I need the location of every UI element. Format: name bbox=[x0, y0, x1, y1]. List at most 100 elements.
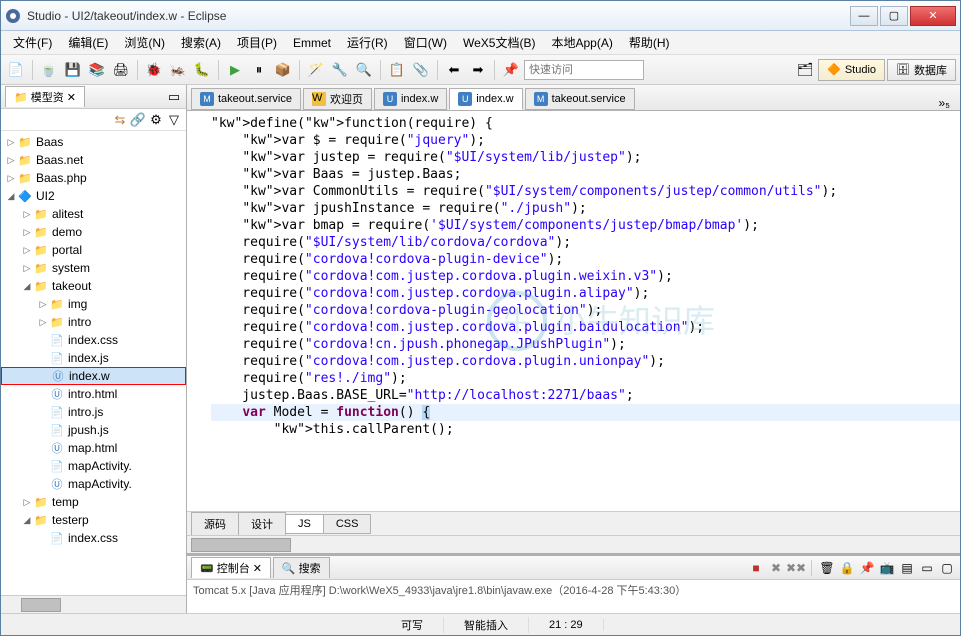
debug-icon[interactable]: 🐞 bbox=[143, 59, 165, 81]
menu-run[interactable]: 运行(R) bbox=[339, 31, 396, 54]
tree-item-img[interactable]: ▷📁img bbox=[1, 295, 186, 313]
tree-item-Baas[interactable]: ▷📁Baas bbox=[1, 133, 186, 151]
tree-item-jpushjs[interactable]: 📄jpush.js bbox=[1, 421, 186, 439]
ext-button[interactable]: 📦 bbox=[272, 59, 294, 81]
tree-item-indexcss[interactable]: 📄index.css bbox=[1, 331, 186, 349]
tree-item-takeout[interactable]: ◢📁takeout bbox=[1, 277, 186, 295]
wand-icon[interactable]: 🪄 bbox=[305, 59, 327, 81]
tree-toggle-icon[interactable]: ◢ bbox=[5, 191, 17, 202]
maximize-button[interactable]: ▢ bbox=[880, 6, 908, 26]
code-line[interactable]: require("res!./img"); bbox=[211, 370, 960, 387]
console-output[interactable]: Tomcat 5.x [Java 应用程序] D:\work\WeX5_4933… bbox=[187, 580, 960, 613]
tree-toggle-icon[interactable]: ▷ bbox=[21, 263, 33, 274]
tree-item-mapActivity[interactable]: ⓊmapActivity. bbox=[1, 475, 186, 493]
tree-item-system[interactable]: ▷📁system bbox=[1, 259, 186, 277]
menu-icon[interactable]: ▽ bbox=[166, 112, 182, 128]
editor-tab-indexw[interactable]: Uindex.w bbox=[374, 88, 447, 110]
code-line[interactable]: "kw">var CommonUtils = require("$UI/syst… bbox=[211, 183, 960, 200]
tree-toggle-icon[interactable]: ▷ bbox=[5, 155, 17, 166]
menu-localapp[interactable]: 本地App(A) bbox=[543, 31, 620, 54]
code-line[interactable]: require("cordova!com.justep.cordova.plug… bbox=[211, 285, 960, 302]
min-icon[interactable]: ▭ bbox=[918, 559, 936, 577]
tree-item-Baasnet[interactable]: ▷📁Baas.net bbox=[1, 151, 186, 169]
editor-h-scrollbar[interactable] bbox=[187, 535, 960, 553]
stop-button[interactable]: ⏸ bbox=[248, 59, 270, 81]
tree-item-introjs[interactable]: 📄intro.js bbox=[1, 403, 186, 421]
removeall-icon[interactable]: ✖✖ bbox=[787, 559, 805, 577]
tree-toggle-icon[interactable]: ◢ bbox=[21, 281, 33, 292]
bug2-icon[interactable]: 🦗 bbox=[167, 59, 189, 81]
pin-button[interactable]: 📌 bbox=[500, 59, 522, 81]
minimize-button[interactable]: — bbox=[850, 6, 878, 26]
run-button[interactable]: ▶ bbox=[224, 59, 246, 81]
remove-icon[interactable]: ✖ bbox=[767, 559, 785, 577]
tree-toggle-icon[interactable]: ◢ bbox=[21, 515, 33, 526]
code-editor[interactable]: 牛小牛知识库 "kw">define("kw">function(require… bbox=[187, 111, 960, 511]
filter-icon[interactable]: ⚙ bbox=[148, 112, 164, 128]
code-line[interactable]: "kw">var bmap = require('$UI/system/comp… bbox=[211, 217, 960, 234]
menu-emmet[interactable]: Emmet bbox=[285, 33, 339, 53]
menu-project[interactable]: 项目(P) bbox=[229, 31, 285, 54]
code-line[interactable]: require("$UI/system/lib/cordova/cordova"… bbox=[211, 234, 960, 251]
max-icon[interactable]: ▢ bbox=[938, 559, 956, 577]
clear-icon[interactable]: 🗑 bbox=[818, 559, 836, 577]
print-button[interactable]: 🖨 bbox=[110, 59, 132, 81]
code-line[interactable]: require("cordova!com.justep.cordova.plug… bbox=[211, 353, 960, 370]
close-button[interactable]: ✕ bbox=[910, 6, 956, 26]
menu-search[interactable]: 搜索(A) bbox=[173, 31, 229, 54]
bug3-icon[interactable]: 🐛 bbox=[191, 59, 213, 81]
editor-tab-[interactable]: W欢迎页 bbox=[303, 88, 372, 110]
code-line[interactable]: "kw">var justep = require("$UI/system/li… bbox=[211, 149, 960, 166]
tree-toggle-icon[interactable]: ▷ bbox=[21, 497, 33, 508]
menu-help[interactable]: 帮助(H) bbox=[621, 31, 678, 54]
tree-item-indexw[interactable]: Ⓤindex.w bbox=[1, 367, 186, 385]
back-button[interactable]: ⬅ bbox=[443, 59, 465, 81]
code-line[interactable]: "kw">define("kw">function(require) { bbox=[211, 115, 960, 132]
display-icon[interactable]: 📺 bbox=[878, 559, 896, 577]
tree-item-UI2[interactable]: ◢🔷UI2 bbox=[1, 187, 186, 205]
editor-tab-takeoutservice[interactable]: Mtakeout.service bbox=[525, 88, 635, 110]
link-icon[interactable]: 🔗 bbox=[130, 112, 146, 128]
tool-button[interactable]: 🍵 bbox=[38, 59, 60, 81]
quick-access-input[interactable] bbox=[524, 60, 644, 80]
new-button[interactable]: 📄 bbox=[5, 59, 27, 81]
code-line[interactable]: var Model = function() { bbox=[211, 404, 960, 421]
saveall-button[interactable]: 📚 bbox=[86, 59, 108, 81]
code-line[interactable]: "kw">this.callParent(); bbox=[211, 421, 960, 438]
scroll-lock-icon[interactable]: 🔒 bbox=[838, 559, 856, 577]
menu-navigate[interactable]: 浏览(N) bbox=[116, 31, 173, 54]
console-tab[interactable]: 📟 控制台 ✕ bbox=[191, 557, 271, 578]
persp-open-button[interactable]: 🗂 bbox=[794, 59, 816, 81]
perspective-database[interactable]: 🗄 数据库 bbox=[887, 59, 956, 81]
menu-file[interactable]: 文件(F) bbox=[5, 31, 60, 54]
tree-toggle-icon[interactable]: ▷ bbox=[37, 299, 49, 310]
tree-item-intro[interactable]: ▷📁intro bbox=[1, 313, 186, 331]
view-min-icon[interactable]: ▭ bbox=[166, 89, 182, 105]
open-console-icon[interactable]: ▤ bbox=[898, 559, 916, 577]
tree-toggle-icon[interactable]: ▷ bbox=[21, 245, 33, 256]
mode-tab-JS[interactable]: JS bbox=[285, 514, 324, 534]
menu-window[interactable]: 窗口(W) bbox=[396, 31, 455, 54]
tree-item-alitest[interactable]: ▷📁alitest bbox=[1, 205, 186, 223]
mode-tab-源码[interactable]: 源码 bbox=[191, 512, 239, 536]
mode-tab-设计[interactable]: 设计 bbox=[238, 512, 286, 536]
tree-item-indexjs[interactable]: 📄index.js bbox=[1, 349, 186, 367]
tree-toggle-icon[interactable]: ▷ bbox=[21, 227, 33, 238]
collapse-icon[interactable]: ⇆ bbox=[112, 112, 128, 128]
code-line[interactable]: "kw">var jpushInstance = require("./jpus… bbox=[211, 200, 960, 217]
tool2-button[interactable]: 🔧 bbox=[329, 59, 351, 81]
code-line[interactable]: require("cordova!cordova-plugin-geolocat… bbox=[211, 302, 960, 319]
code-line[interactable]: require("cordova!com.justep.cordova.plug… bbox=[211, 319, 960, 336]
tree-toggle-icon[interactable]: ▷ bbox=[5, 137, 17, 148]
tree-item-introhtml[interactable]: Ⓤintro.html bbox=[1, 385, 186, 403]
save-button[interactable]: 💾 bbox=[62, 59, 84, 81]
menu-edit[interactable]: 编辑(E) bbox=[60, 31, 116, 54]
code-line[interactable]: "kw">var $ = require("jquery"); bbox=[211, 132, 960, 149]
more-tabs-icon[interactable]: »₅ bbox=[932, 96, 956, 110]
menu-wex5doc[interactable]: WeX5文档(B) bbox=[455, 31, 543, 54]
code-line[interactable]: require("cordova!com.justep.cordova.plug… bbox=[211, 268, 960, 285]
tree-item-mapActivity[interactable]: 📄mapActivity. bbox=[1, 457, 186, 475]
tree-item-demo[interactable]: ▷📁demo bbox=[1, 223, 186, 241]
tree-item-temp[interactable]: ▷📁temp bbox=[1, 493, 186, 511]
tree-item-Baasphp[interactable]: ▷📁Baas.php bbox=[1, 169, 186, 187]
